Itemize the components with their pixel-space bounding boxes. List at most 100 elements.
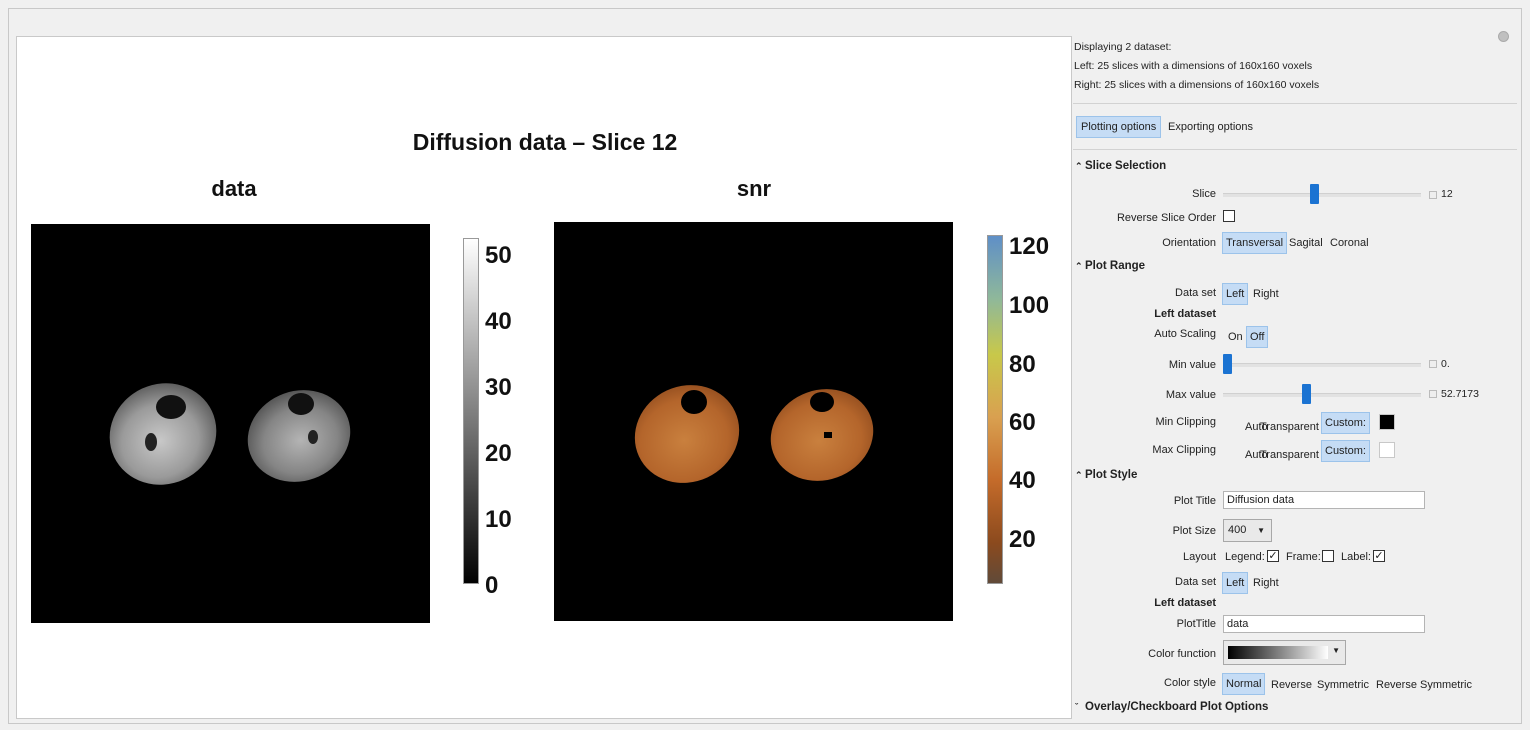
chevron-up-icon: ⌃ — [1075, 261, 1083, 271]
min-clip-color-swatch[interactable] — [1379, 414, 1395, 430]
section-slice-selection[interactable]: ⌃ Slice Selection — [1075, 160, 1166, 172]
orientation-transversal[interactable]: Transversal — [1222, 232, 1288, 254]
right-leg-inner — [288, 393, 314, 415]
right-image — [554, 222, 953, 621]
control-panel: Displaying 2 dataset: Left: 25 slices wi… — [1073, 38, 1518, 720]
label-checkbox[interactable]: ✓ — [1373, 550, 1385, 562]
plot-size-select[interactable]: 400 ▼ — [1223, 519, 1272, 542]
mask-hole — [824, 432, 832, 438]
max-clip-custom[interactable]: Custom: — [1321, 440, 1370, 462]
plot-size-label: Plot Size — [1172, 525, 1216, 537]
plot-title-label: Plot Title — [1173, 495, 1216, 507]
right-leg-inner — [810, 392, 834, 412]
style-dataset-left-option[interactable]: Left — [1222, 572, 1249, 594]
right-cbar-tick: 40 — [1009, 467, 1036, 494]
orientation-label: Orientation — [1162, 237, 1216, 249]
min-clip-custom[interactable]: Custom: — [1321, 412, 1370, 434]
right-cbar-tick: 120 — [1009, 233, 1050, 260]
left-leg-dark — [145, 433, 157, 451]
expand-icon[interactable] — [1429, 390, 1437, 398]
max-clip-color-swatch[interactable] — [1379, 442, 1395, 458]
auto-scaling-label: Auto Scaling — [1154, 328, 1216, 340]
slice-value: 12 — [1441, 188, 1453, 200]
left-cbar-tick: 10 — [485, 506, 512, 533]
section-plot-style[interactable]: ⌃ Plot Style — [1075, 469, 1137, 481]
plot-size-value: 400 — [1228, 524, 1247, 536]
dataset-left-option[interactable]: Left — [1222, 283, 1249, 305]
right-cbar-tick: 60 — [1009, 409, 1036, 436]
plot-panel: Diffusion data – Slice 12 data snr 50 40… — [16, 36, 1072, 719]
left-cbar-tick: 50 — [485, 242, 512, 269]
max-value: 52.7173 — [1441, 388, 1479, 400]
min-value-label: Min value — [1168, 359, 1216, 371]
color-style-normal[interactable]: Normal — [1222, 673, 1266, 695]
color-style-reverse[interactable]: Reverse — [1268, 675, 1315, 695]
left-plot-title: data — [211, 176, 257, 201]
plot-title-input[interactable]: Diffusion data — [1223, 491, 1425, 509]
section-title: Slice Selection — [1085, 160, 1167, 172]
triangle-down-icon: ▼ — [1257, 526, 1265, 535]
style-dataset-right-option[interactable]: Right — [1250, 573, 1282, 593]
left-dataset-heading: Left dataset — [1154, 597, 1216, 609]
divider — [1073, 103, 1517, 104]
dataset-label: Data set — [1175, 287, 1216, 299]
color-style-label: Color style — [1164, 677, 1216, 689]
right-cbar-tick: 100 — [1009, 292, 1050, 319]
reverse-slice-label: Reverse Slice Order — [1116, 212, 1216, 224]
auto-scaling-on[interactable]: On — [1225, 327, 1246, 347]
checkmark-icon: ✓ — [1268, 550, 1278, 562]
left-cbar-tick: 0 — [485, 572, 499, 599]
left-cbar-tick: 30 — [485, 374, 512, 401]
right-plot-title: snr — [736, 176, 772, 201]
section-title: Plot Range — [1085, 260, 1146, 272]
min-value-slider-thumb[interactable] — [1223, 354, 1232, 374]
min-clip-transparent[interactable]: Transparent — [1257, 417, 1322, 437]
slice-slider[interactable] — [1223, 193, 1421, 197]
frame-checkbox[interactable] — [1322, 550, 1334, 562]
max-value-slider[interactable] — [1223, 393, 1421, 397]
checkmark-icon: ✓ — [1374, 550, 1384, 562]
plottitle-input[interactable]: data — [1223, 615, 1425, 633]
orientation-sagital[interactable]: Sagital — [1286, 233, 1326, 253]
chevron-up-icon: ⌃ — [1075, 161, 1083, 171]
color-style-symmetric[interactable]: Symmetric — [1314, 675, 1372, 695]
layout-label: Layout — [1182, 551, 1216, 563]
dataset-info-line: Displaying 2 dataset: — [1074, 41, 1172, 53]
section-overlay-checkboard[interactable]: ˇ Overlay/Checkboard Plot Options — [1075, 701, 1268, 713]
section-plot-range[interactable]: ⌃ Plot Range — [1075, 260, 1145, 272]
right-cbar-tick: 80 — [1009, 351, 1036, 378]
auto-scaling-off[interactable]: Off — [1246, 326, 1269, 348]
left-leg-inner — [156, 395, 186, 419]
slice-label: Slice — [1192, 188, 1216, 200]
expand-icon[interactable] — [1429, 191, 1437, 199]
section-title: Overlay/Checkboard Plot Options — [1085, 701, 1269, 713]
chevron-down-icon: ˇ — [1075, 702, 1078, 712]
reverse-slice-checkbox[interactable] — [1223, 210, 1235, 222]
right-leg-dark — [308, 430, 318, 444]
left-colorbar — [463, 238, 479, 584]
slice-slider-thumb[interactable] — [1309, 184, 1319, 204]
right-image-svg — [634, 385, 874, 483]
left-leg-inner — [681, 390, 707, 414]
dataset-right-option[interactable]: Right — [1250, 284, 1282, 304]
max-clip-transparent[interactable]: Transparent — [1257, 445, 1322, 465]
frame-label: Frame: — [1286, 551, 1321, 563]
expand-icon[interactable] — [1429, 360, 1437, 368]
min-value-slider[interactable] — [1223, 363, 1421, 367]
triangle-down-icon: ▼ — [1332, 646, 1340, 655]
left-cbar-tick: 40 — [485, 308, 512, 335]
right-cbar-tick: 20 — [1009, 526, 1036, 553]
dataset-info-line: Left: 25 slices with a dimensions of 160… — [1074, 60, 1313, 72]
max-value-slider-thumb[interactable] — [1302, 384, 1312, 404]
color-function-select[interactable]: ▼ — [1223, 640, 1346, 665]
left-image-svg — [109, 383, 351, 485]
legend-checkbox[interactable]: ✓ — [1267, 550, 1279, 562]
color-style-reverse-symmetric[interactable]: Reverse Symmetric — [1373, 675, 1475, 695]
orientation-coronal[interactable]: Coronal — [1327, 233, 1372, 253]
right-colorbar — [987, 235, 1003, 584]
left-dataset-heading: Left dataset — [1154, 308, 1216, 320]
tab-plotting-options[interactable]: Plotting options — [1076, 116, 1162, 138]
tab-exporting-options[interactable]: Exporting options — [1164, 117, 1257, 137]
section-title: Plot Style — [1085, 469, 1138, 481]
color-function-label: Color function — [1148, 648, 1216, 660]
